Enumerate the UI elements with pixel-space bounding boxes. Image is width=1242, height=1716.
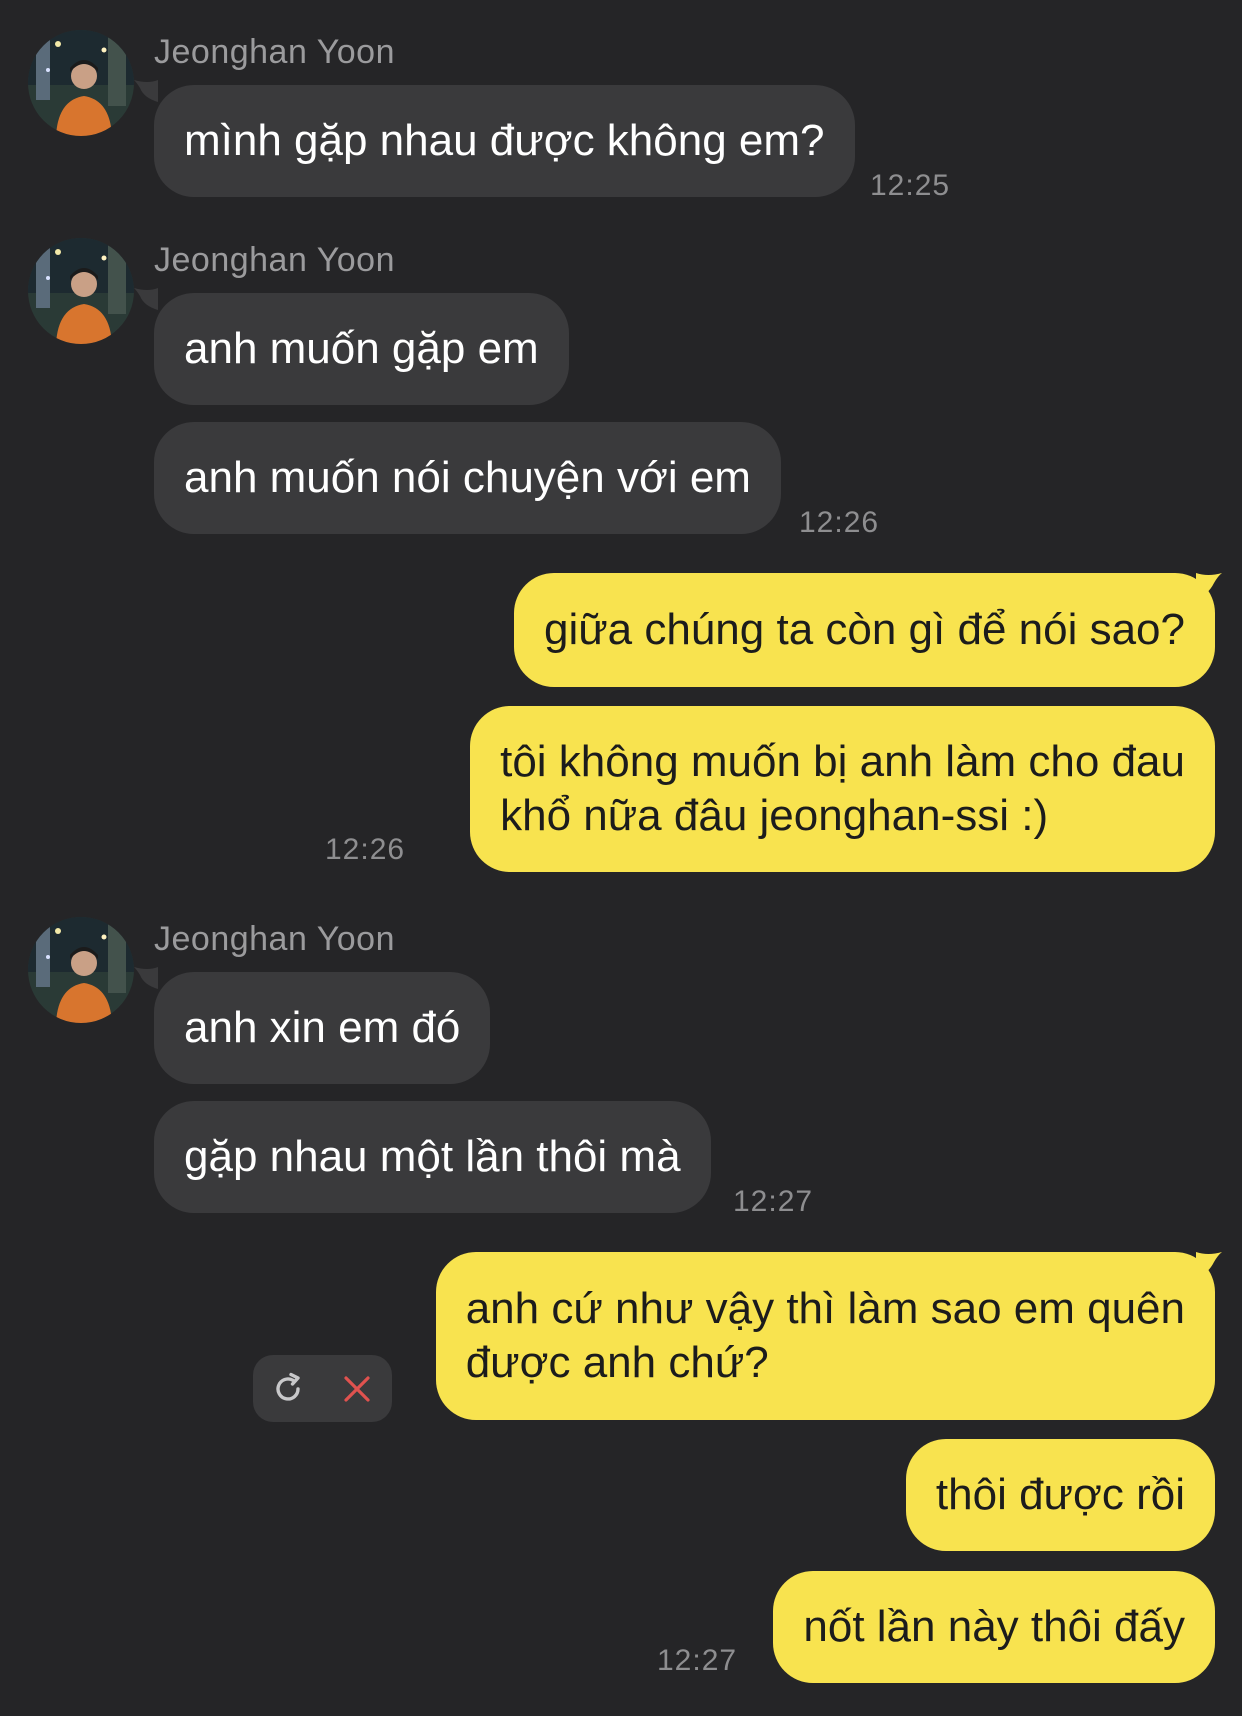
- message-bubble[interactable]: tôi không muốn bị anh làm cho đau khổ nữ…: [470, 706, 1215, 872]
- message-bubble[interactable]: anh cứ như vậy thì làm sao em quên được …: [435, 1252, 1215, 1420]
- delete-button[interactable]: [322, 1355, 391, 1422]
- message-bubble[interactable]: thôi được rồi: [905, 1439, 1215, 1551]
- message-bubble[interactable]: giữa chúng ta còn gì để nói sao?: [513, 573, 1215, 687]
- avatar[interactable]: [28, 917, 134, 1023]
- avatar[interactable]: [28, 238, 134, 344]
- bubble-tail: [134, 80, 158, 102]
- close-icon: [343, 1375, 370, 1402]
- message-timestamp: 12:26: [325, 833, 406, 866]
- bubble-tail: [134, 967, 158, 989]
- message-bubble[interactable]: anh muốn nói chuyện với em: [154, 422, 781, 534]
- bubble-tail: [134, 288, 158, 310]
- retry-button[interactable]: [253, 1355, 322, 1422]
- message-bubble[interactable]: anh muốn gặp em: [154, 293, 569, 405]
- sender-name: Jeonghan Yoon: [154, 33, 395, 71]
- message-bubble[interactable]: mình gặp nhau được không em?: [154, 85, 855, 197]
- message-timestamp: 12:27: [657, 1644, 738, 1677]
- message-timestamp: 12:27: [733, 1185, 814, 1218]
- refresh-icon: [275, 1372, 300, 1401]
- sender-name: Jeonghan Yoon: [154, 920, 395, 958]
- avatar[interactable]: [28, 30, 134, 136]
- message-timestamp: 12:25: [870, 169, 951, 202]
- message-bubble[interactable]: anh xin em đó: [154, 972, 491, 1084]
- message-bubble[interactable]: nốt lần này thôi đấy: [773, 1571, 1215, 1683]
- sender-name: Jeonghan Yoon: [154, 241, 395, 279]
- message-timestamp: 12:26: [799, 506, 880, 539]
- failed-message-actions: [253, 1355, 392, 1422]
- message-bubble[interactable]: gặp nhau một lần thôi mà: [154, 1101, 711, 1213]
